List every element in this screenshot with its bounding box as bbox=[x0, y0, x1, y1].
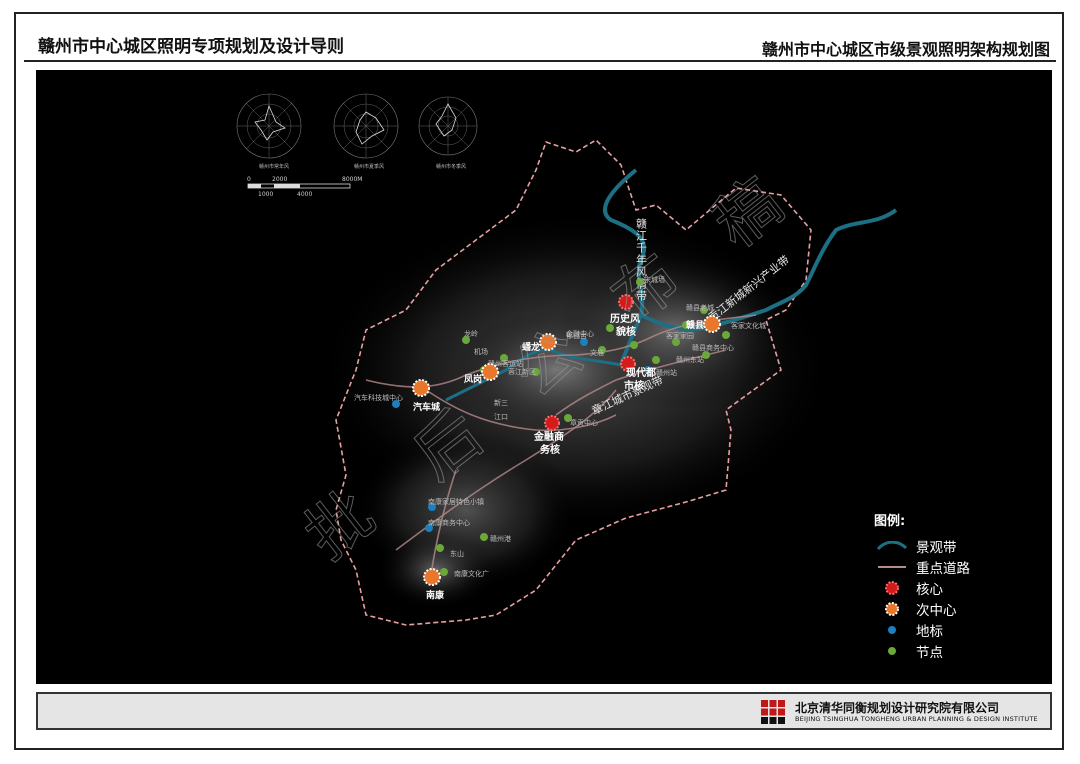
landmark-label-finance: 金融中心 bbox=[566, 329, 594, 338]
legend-item-landscape-belt: 景观带 bbox=[874, 535, 1024, 556]
institute-name-en: BEIJING TSINGHUA TONGHENG URBAN PLANNING… bbox=[795, 715, 1038, 723]
sub-center-label-fenggang: 凤岗 bbox=[464, 373, 482, 385]
core-finance-label-1: 金融商 bbox=[533, 430, 564, 443]
landmark-icon bbox=[874, 621, 910, 639]
node-label-wenmiao: 文庙 bbox=[590, 348, 604, 357]
scale-tick-2000: 2000 bbox=[272, 176, 287, 183]
legend-item-sub-center: 次中心 bbox=[874, 598, 1024, 619]
node-label-jiangkou: 江口 bbox=[494, 413, 508, 421]
legend-title: 图例: bbox=[874, 514, 906, 529]
sub-center-label-nankang: 南康 bbox=[426, 589, 445, 601]
core-modern-label-1: 现代都 bbox=[626, 366, 656, 379]
project-title: 赣州市中心城区照明专项规划及设计导则 bbox=[38, 37, 344, 57]
legend: 图例: 景观带 重点道路 核心 次中心 地标 节点 bbox=[874, 510, 1024, 661]
node-label-ganzhou-port: 赣州港 bbox=[490, 534, 511, 543]
core-modern-label-2: 市核 bbox=[624, 379, 644, 392]
landmark-label-zhanggong: 章贡中心 bbox=[570, 418, 598, 427]
compass-rose-group: 赣州市常年风 赣州市夏季风 赣州市冬季风 bbox=[236, 93, 478, 170]
node-dot bbox=[652, 356, 660, 364]
urban-light-glow bbox=[316, 210, 836, 610]
node-label-longling: 龙岭 bbox=[464, 329, 478, 338]
scale-bar: 0 2000 8000M 1000 4000 bbox=[247, 176, 362, 198]
legend-item-node: 节点 bbox=[874, 640, 1024, 661]
footer-bar: 北京清华同衡规划设计研究院有限公司 BEIJING TSINGHUA TONGH… bbox=[36, 692, 1052, 730]
legend-item-landmark: 地标 bbox=[874, 619, 1024, 640]
compass-label-annual: 赣州市常年风 bbox=[259, 163, 289, 170]
legend-label: 次中心 bbox=[916, 602, 957, 619]
core-icon bbox=[874, 579, 910, 597]
map-title: 赣州市中心城区市级景观照明架构规划图 bbox=[761, 40, 1050, 59]
sub-center-label-ganxian: 赣县 bbox=[686, 319, 704, 331]
compass-rose-annual bbox=[236, 93, 302, 159]
landmark-label-auto-tech: 汽车科技城中心 bbox=[354, 393, 403, 402]
sub-center-icon bbox=[874, 600, 910, 618]
node-label-ganxian-business: 赣县商务中心 bbox=[692, 343, 734, 352]
map-panel: 赣州市常年风 赣州市夏季风 赣州市冬季风 0 2000 8000M 1000 4… bbox=[36, 70, 1052, 684]
core-historic-label-2: 貌核 bbox=[615, 325, 636, 338]
core-finance-label-2: 务核 bbox=[540, 443, 560, 456]
landscape-belt-icon bbox=[874, 537, 910, 555]
legend-label: 重点道路 bbox=[916, 560, 970, 577]
compass-label-winter: 赣州市冬季风 bbox=[436, 163, 466, 170]
compass-label-summer: 赣州市夏季风 bbox=[354, 163, 384, 170]
node-dot bbox=[436, 544, 444, 552]
legend-label: 核心 bbox=[916, 581, 943, 598]
node-label-airport: 机场 bbox=[474, 347, 488, 356]
node-dot bbox=[722, 331, 730, 339]
node-label-dongshan: 东山 bbox=[450, 549, 464, 558]
scale-tick-8000: 8000M bbox=[342, 176, 362, 183]
landmark-label-nankang-business: 南康商务中心 bbox=[428, 518, 470, 527]
node-icon bbox=[874, 642, 910, 660]
node-label-hakka-home: 客家家园 bbox=[666, 331, 694, 340]
compass-rose-winter bbox=[418, 96, 478, 156]
node-label-nankang-culture: 南康文化广 bbox=[454, 569, 489, 578]
legend-item-core: 核心 bbox=[874, 577, 1024, 598]
legend-label: 景观带 bbox=[916, 539, 957, 556]
node-label-ganxian-old: 赣县老城 bbox=[686, 303, 714, 312]
node-dot bbox=[630, 341, 638, 349]
legend-item-key-road: 重点道路 bbox=[874, 556, 1024, 577]
node-dot bbox=[480, 533, 488, 541]
node-dot bbox=[440, 568, 448, 576]
legend-label: 地标 bbox=[916, 623, 943, 640]
node-label-hakka-city: 客家文化城 bbox=[731, 321, 766, 330]
compass-rose-summer bbox=[333, 93, 399, 159]
title-bar: 赣州市中心城区照明专项规划及设计导则 赣州市中心城区市级景观照明架构规划图 bbox=[24, 24, 1056, 62]
key-road-icon bbox=[874, 558, 910, 576]
node-label-ganzhou-station: 赣州站 bbox=[656, 368, 677, 377]
node-label-xinsan: 新三 bbox=[494, 398, 508, 407]
landmark-label-furniture-town: 南康家居特色小镇 bbox=[428, 497, 484, 506]
node-label-ganzhou-east: 赣州东站 bbox=[676, 355, 704, 364]
legend-label: 节点 bbox=[916, 644, 943, 661]
institute-logo-icon bbox=[760, 699, 786, 725]
node-dot bbox=[606, 324, 614, 332]
scale-tick-4000: 4000 bbox=[297, 191, 312, 198]
scale-tick-0: 0 bbox=[247, 176, 251, 183]
institute-name-cn: 北京清华同衡规划设计研究院有限公司 bbox=[795, 701, 1000, 715]
scale-tick-1000: 1000 bbox=[258, 191, 273, 198]
